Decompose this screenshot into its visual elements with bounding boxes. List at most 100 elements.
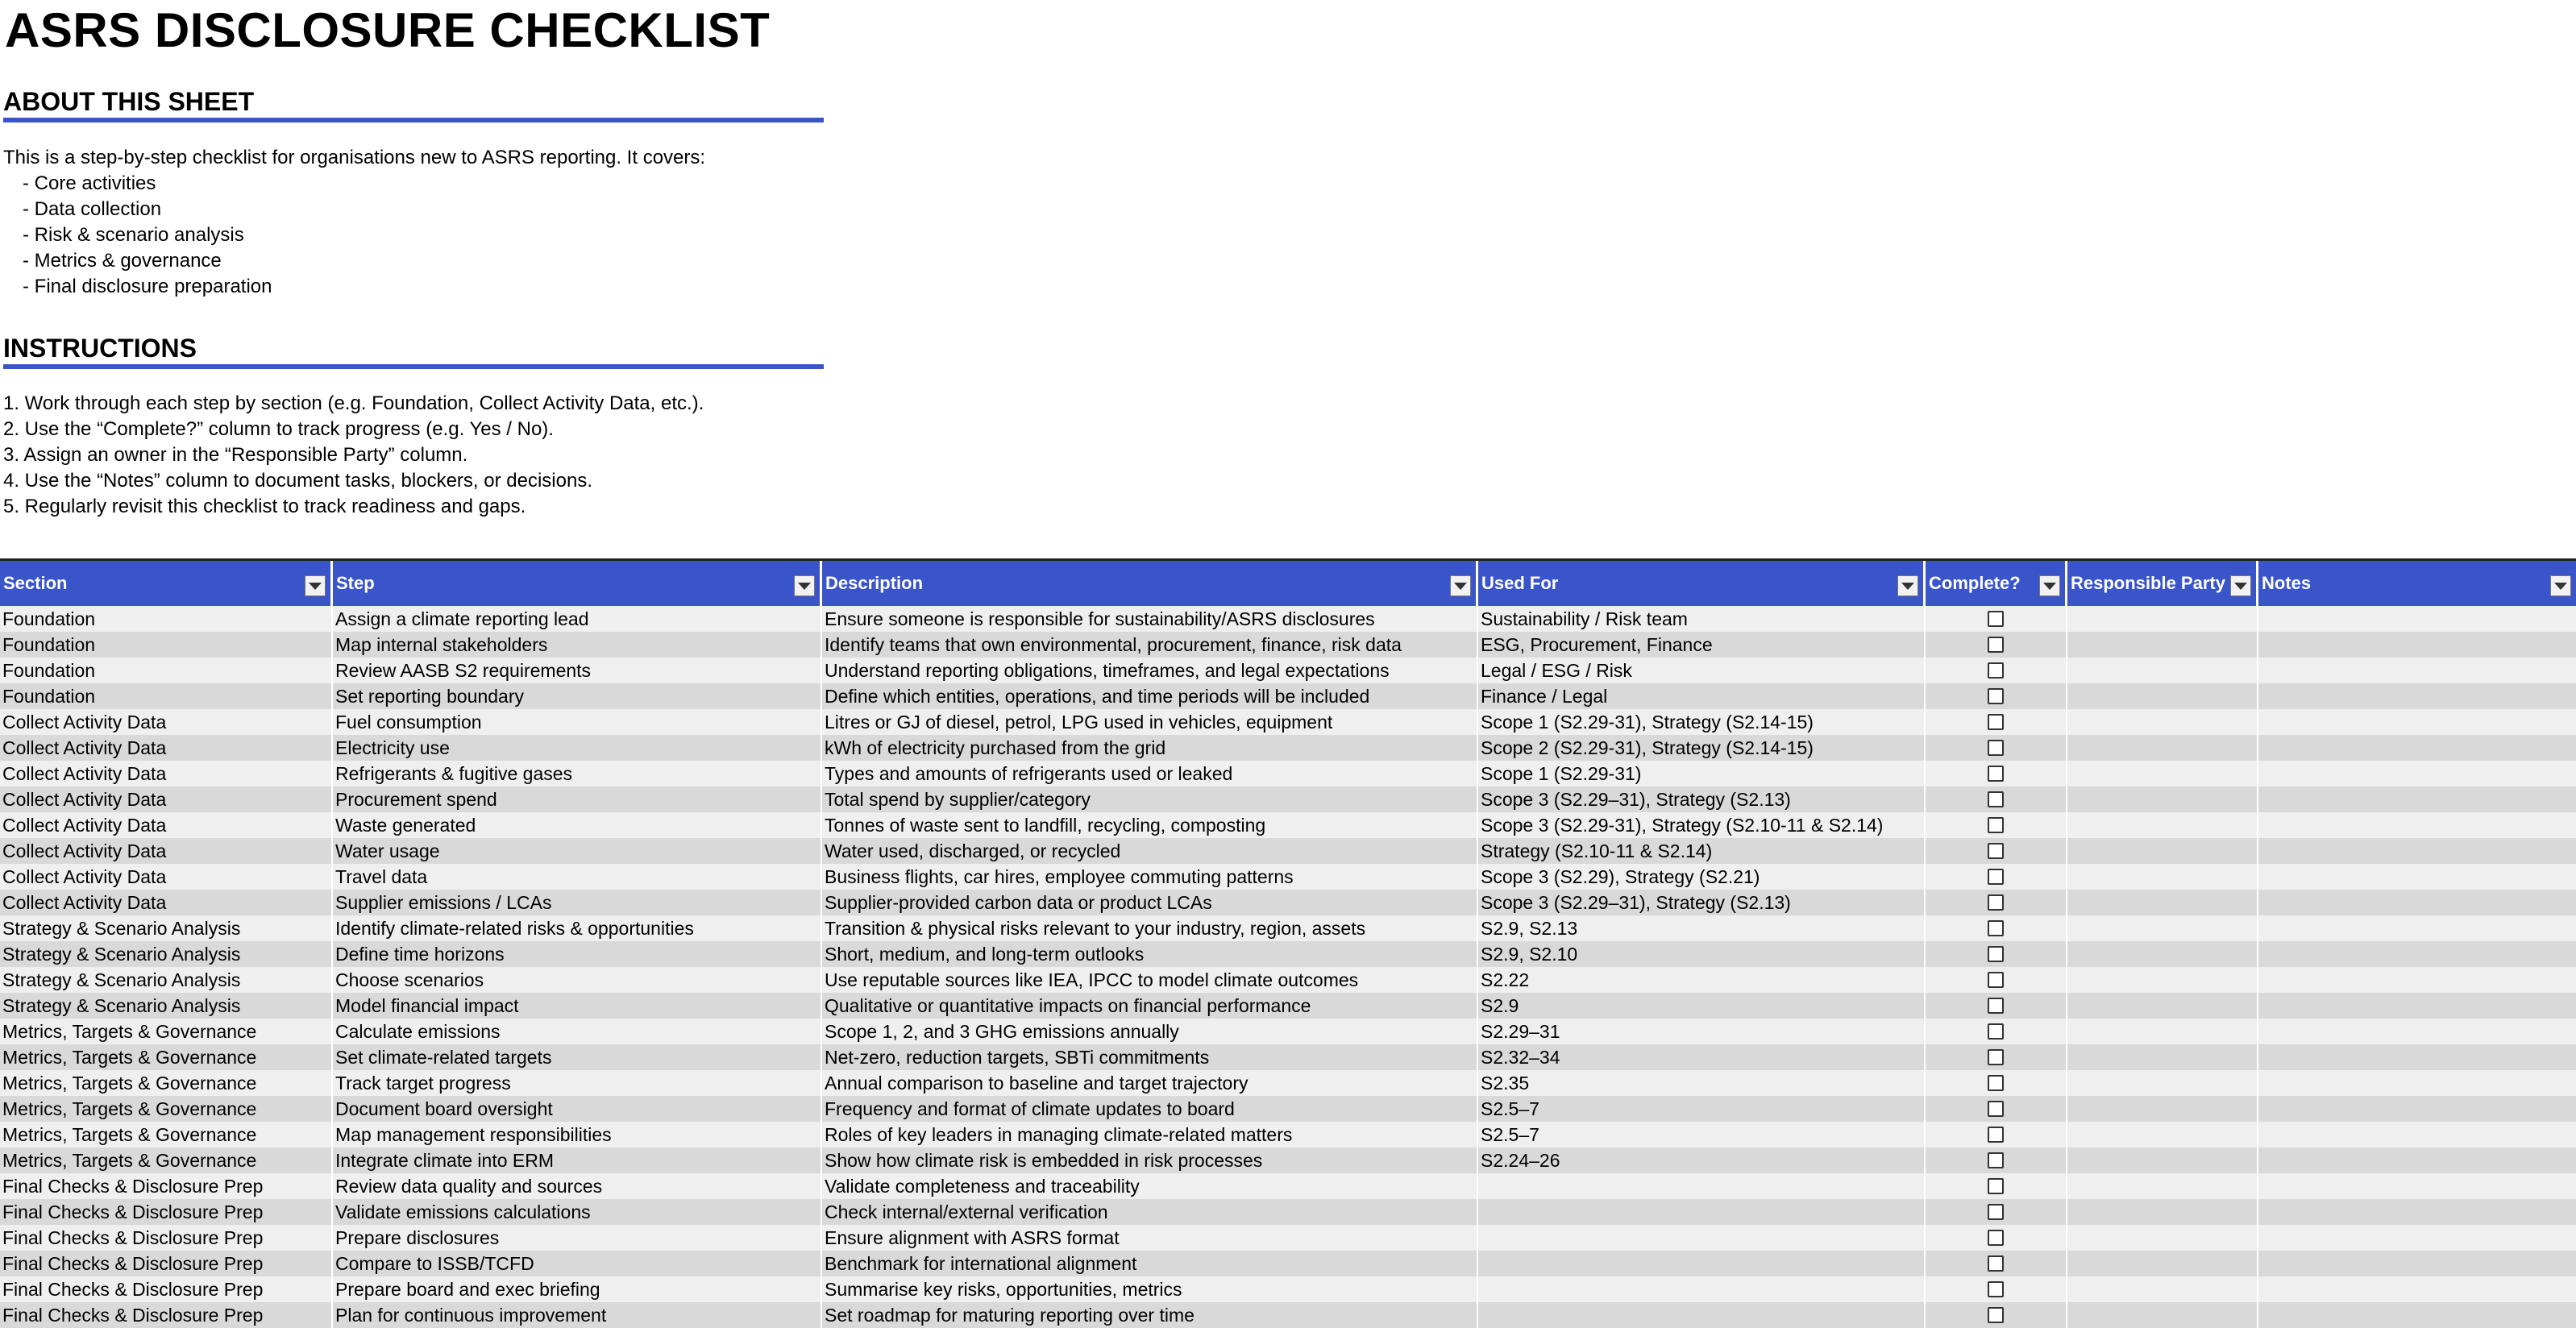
filter-dropdown-icon[interactable]: [1450, 575, 1471, 596]
cell-used-for[interactable]: [1478, 1225, 1926, 1251]
cell-description[interactable]: Scope 1, 2, and 3 GHG emissions annually: [822, 1019, 1478, 1044]
cell-description[interactable]: Benchmark for international alignment: [822, 1251, 1478, 1276]
cell-responsible-party[interactable]: [2067, 1199, 2258, 1225]
cell-notes[interactable]: [2258, 1251, 2576, 1276]
cell-used-for[interactable]: Scope 3 (S2.29–31), Strategy (S2.13): [1478, 890, 1926, 915]
cell-section[interactable]: Foundation: [0, 658, 333, 683]
cell-responsible-party[interactable]: [2067, 606, 2258, 632]
complete-checkbox[interactable]: [1988, 920, 2004, 936]
cell-step[interactable]: Document board oversight: [333, 1096, 822, 1122]
complete-checkbox[interactable]: [1988, 714, 2004, 730]
complete-checkbox[interactable]: [1988, 611, 2004, 627]
cell-notes[interactable]: [2258, 812, 2576, 838]
cell-responsible-party[interactable]: [2067, 1044, 2258, 1070]
cell-section[interactable]: Final Checks & Disclosure Prep: [0, 1276, 333, 1302]
complete-checkbox[interactable]: [1988, 1281, 2004, 1297]
complete-checkbox[interactable]: [1988, 1101, 2004, 1117]
cell-section[interactable]: Strategy & Scenario Analysis: [0, 915, 333, 941]
cell-responsible-party[interactable]: [2067, 761, 2258, 786]
cell-step[interactable]: Refrigerants & fugitive gases: [333, 761, 822, 786]
cell-notes[interactable]: [2258, 709, 2576, 735]
cell-notes[interactable]: [2258, 658, 2576, 683]
cell-section[interactable]: Collect Activity Data: [0, 812, 333, 838]
cell-description[interactable]: kWh of electricity purchased from the gr…: [822, 735, 1478, 761]
cell-step[interactable]: Procurement spend: [333, 786, 822, 812]
cell-notes[interactable]: [2258, 1199, 2576, 1225]
cell-step[interactable]: Electricity use: [333, 735, 822, 761]
cell-description[interactable]: Qualitative or quantitative impacts on f…: [822, 993, 1478, 1019]
cell-notes[interactable]: [2258, 606, 2576, 632]
cell-notes[interactable]: [2258, 735, 2576, 761]
cell-used-for[interactable]: [1478, 1276, 1926, 1302]
cell-section[interactable]: Collect Activity Data: [0, 838, 333, 864]
cell-section[interactable]: Strategy & Scenario Analysis: [0, 967, 333, 993]
cell-notes[interactable]: [2258, 1225, 2576, 1251]
cell-description[interactable]: Tonnes of waste sent to landfill, recycl…: [822, 812, 1478, 838]
cell-used-for[interactable]: Scope 1 (S2.29-31): [1478, 761, 1926, 786]
filter-dropdown-icon[interactable]: [2550, 575, 2571, 596]
complete-checkbox[interactable]: [1988, 1204, 2004, 1220]
cell-used-for[interactable]: [1478, 1302, 1926, 1328]
cell-step[interactable]: Track target progress: [333, 1070, 822, 1096]
cell-responsible-party[interactable]: [2067, 864, 2258, 890]
complete-checkbox[interactable]: [1988, 894, 2004, 911]
cell-step[interactable]: Choose scenarios: [333, 967, 822, 993]
filter-dropdown-icon[interactable]: [2230, 575, 2251, 596]
complete-checkbox[interactable]: [1988, 1049, 2004, 1065]
cell-description[interactable]: Roles of key leaders in managing climate…: [822, 1122, 1478, 1147]
cell-section[interactable]: Foundation: [0, 606, 333, 632]
cell-notes[interactable]: [2258, 1044, 2576, 1070]
column-header-responsible-party[interactable]: Responsible Party: [2067, 561, 2258, 606]
cell-used-for[interactable]: Legal / ESG / Risk: [1478, 658, 1926, 683]
complete-checkbox[interactable]: [1988, 766, 2004, 782]
complete-checkbox[interactable]: [1988, 1178, 2004, 1194]
cell-description[interactable]: Identify teams that own environmental, p…: [822, 632, 1478, 658]
cell-notes[interactable]: [2258, 1122, 2576, 1147]
cell-responsible-party[interactable]: [2067, 812, 2258, 838]
cell-section[interactable]: Final Checks & Disclosure Prep: [0, 1225, 333, 1251]
cell-description[interactable]: Ensure someone is responsible for sustai…: [822, 606, 1478, 632]
cell-description[interactable]: Short, medium, and long-term outlooks: [822, 941, 1478, 967]
cell-used-for[interactable]: Scope 3 (S2.29), Strategy (S2.21): [1478, 864, 1926, 890]
cell-used-for[interactable]: [1478, 1251, 1926, 1276]
cell-description[interactable]: Show how climate risk is embedded in ris…: [822, 1147, 1478, 1173]
complete-checkbox[interactable]: [1988, 817, 2004, 833]
cell-section[interactable]: Collect Activity Data: [0, 709, 333, 735]
cell-responsible-party[interactable]: [2067, 993, 2258, 1019]
cell-step[interactable]: Prepare disclosures: [333, 1225, 822, 1251]
cell-section[interactable]: Collect Activity Data: [0, 864, 333, 890]
cell-notes[interactable]: [2258, 915, 2576, 941]
complete-checkbox[interactable]: [1988, 843, 2004, 859]
cell-used-for[interactable]: S2.5–7: [1478, 1096, 1926, 1122]
cell-section[interactable]: Strategy & Scenario Analysis: [0, 941, 333, 967]
column-header-notes[interactable]: Notes: [2258, 561, 2576, 606]
cell-responsible-party[interactable]: [2067, 838, 2258, 864]
cell-notes[interactable]: [2258, 967, 2576, 993]
cell-step[interactable]: Assign a climate reporting lead: [333, 606, 822, 632]
cell-description[interactable]: Ensure alignment with ASRS format: [822, 1225, 1478, 1251]
cell-used-for[interactable]: S2.9: [1478, 993, 1926, 1019]
cell-step[interactable]: Calculate emissions: [333, 1019, 822, 1044]
cell-step[interactable]: Integrate climate into ERM: [333, 1147, 822, 1173]
column-header-used-for[interactable]: Used For: [1478, 561, 1926, 606]
complete-checkbox[interactable]: [1988, 791, 2004, 807]
complete-checkbox[interactable]: [1988, 688, 2004, 704]
filter-dropdown-icon[interactable]: [2039, 575, 2060, 596]
complete-checkbox[interactable]: [1988, 1255, 2004, 1272]
cell-responsible-party[interactable]: [2067, 735, 2258, 761]
cell-description[interactable]: Transition & physical risks relevant to …: [822, 915, 1478, 941]
cell-used-for[interactable]: Scope 1 (S2.29-31), Strategy (S2.14-15): [1478, 709, 1926, 735]
complete-checkbox[interactable]: [1988, 869, 2004, 885]
cell-responsible-party[interactable]: [2067, 1096, 2258, 1122]
cell-used-for[interactable]: Scope 3 (S2.29–31), Strategy (S2.13): [1478, 786, 1926, 812]
cell-notes[interactable]: [2258, 993, 2576, 1019]
cell-used-for[interactable]: Strategy (S2.10-11 & S2.14): [1478, 838, 1926, 864]
cell-responsible-party[interactable]: [2067, 1122, 2258, 1147]
cell-description[interactable]: Set roadmap for maturing reporting over …: [822, 1302, 1478, 1328]
cell-notes[interactable]: [2258, 838, 2576, 864]
complete-checkbox[interactable]: [1988, 1023, 2004, 1040]
cell-section[interactable]: Metrics, Targets & Governance: [0, 1070, 333, 1096]
cell-section[interactable]: Metrics, Targets & Governance: [0, 1096, 333, 1122]
cell-step[interactable]: Identify climate-related risks & opportu…: [333, 915, 822, 941]
cell-used-for[interactable]: [1478, 1199, 1926, 1225]
